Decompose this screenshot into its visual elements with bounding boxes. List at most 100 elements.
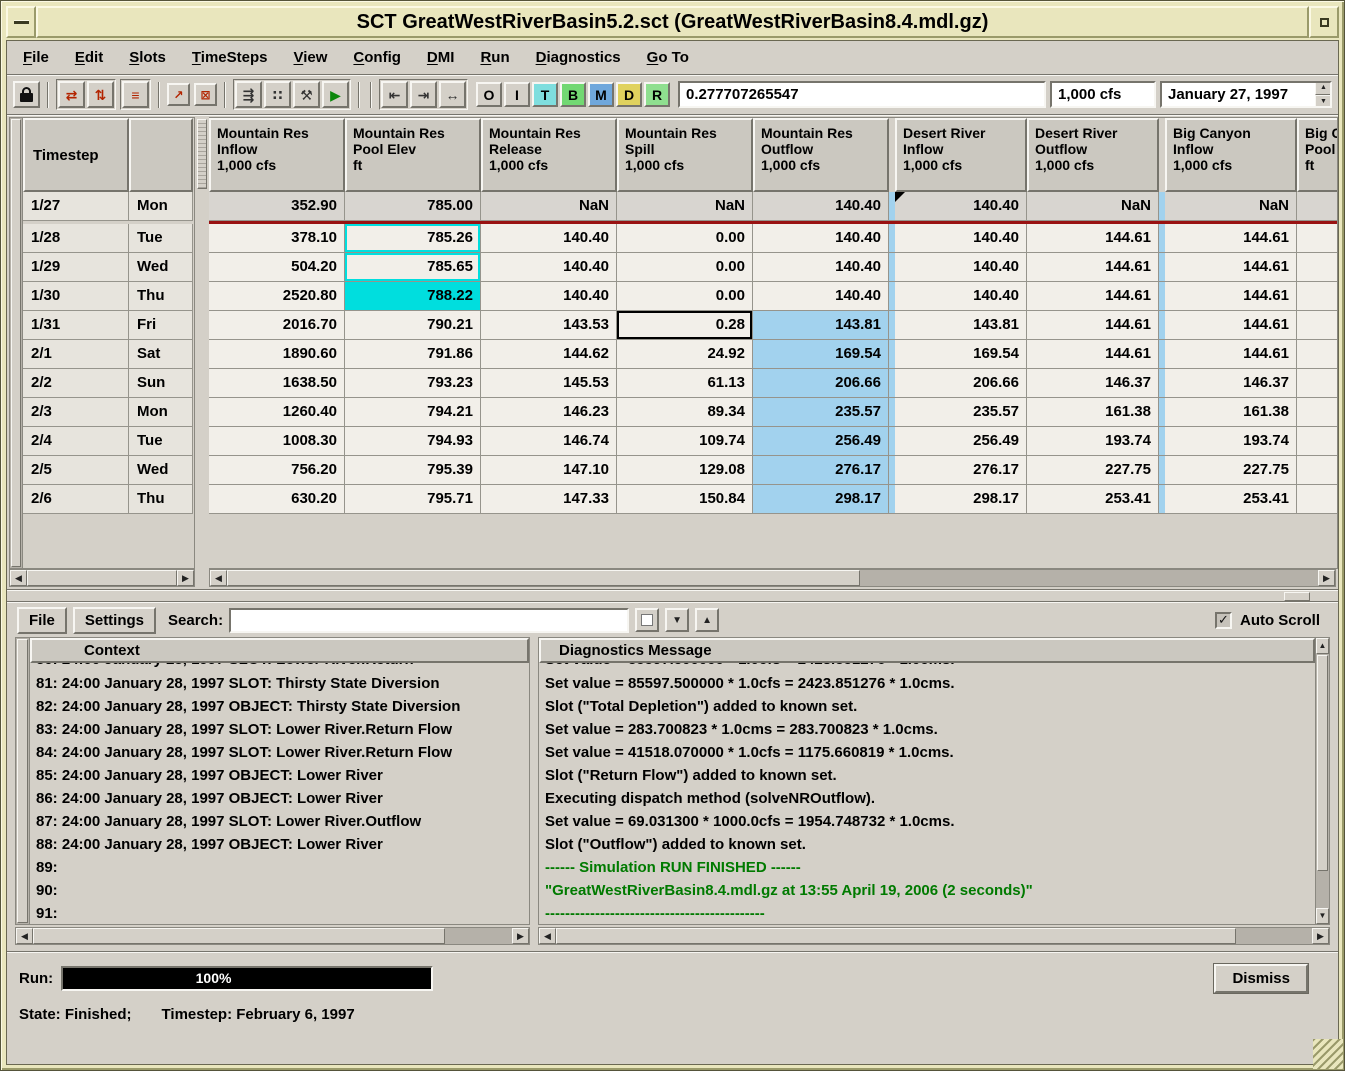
table-cell[interactable]: 150.84 (617, 485, 753, 514)
refresh-slots-button[interactable]: ⇄ (58, 81, 85, 108)
row-list-button[interactable]: ≡ (122, 81, 149, 108)
table-cell[interactable]: 144.61 (1027, 311, 1159, 340)
day-cell[interactable]: Tue (129, 224, 193, 253)
table-cell[interactable]: 206.66 (753, 369, 889, 398)
table-cell[interactable]: 140.40 (753, 282, 889, 311)
timestep-cell[interactable]: 2/1 (23, 340, 129, 369)
timestep-cell[interactable]: 1/30 (23, 282, 129, 311)
table-cell[interactable]: 140.40 (895, 253, 1027, 282)
search-input[interactable] (229, 608, 629, 633)
context-row[interactable]: 87: 24:00 January 28, 1997 SLOT: Lower R… (30, 810, 529, 833)
context-row[interactable]: 90: (30, 879, 529, 902)
hscroll-thumb[interactable] (556, 928, 1236, 944)
table-cell[interactable]: 161.38 (1027, 398, 1159, 427)
table-cell[interactable]: NaN (481, 192, 617, 221)
plot-next-button[interactable]: ⇥ (410, 81, 437, 108)
day-cell[interactable]: Fri (129, 311, 193, 340)
message-row[interactable]: ------ Simulation RUN FINISHED ------ (539, 856, 1315, 879)
tools-button[interactable]: ⚒ (293, 81, 320, 108)
message-row[interactable]: Slot ("Return Flow") added to known set. (539, 764, 1315, 787)
window-menu-button[interactable] (6, 6, 36, 38)
plot-span-button[interactable]: ↔ (439, 81, 466, 108)
message-vscrollbar[interactable]: ▲ ▼ (1315, 638, 1329, 924)
table-cell[interactable]: 24.92 (617, 340, 753, 369)
table-cell[interactable]: 144.61 (1165, 253, 1297, 282)
table-cell[interactable]: 0.28 (617, 311, 753, 340)
context-row[interactable]: 82: 24:00 January 28, 1997 OBJECT: Thirs… (30, 695, 529, 718)
table-cell[interactable]: 109.74 (617, 427, 753, 456)
table-cell[interactable]: 785.00 (345, 192, 481, 221)
menu-item-slots[interactable]: Slots (129, 49, 166, 66)
table-cell[interactable]: 169.54 (895, 340, 1027, 369)
column-header[interactable]: Mountain ResSpill1,000 cfs (617, 118, 753, 192)
table-cell[interactable]: 227.75 (1027, 456, 1159, 485)
day-cell[interactable]: Wed (129, 456, 193, 485)
table-cell[interactable]: 140.40 (753, 253, 889, 282)
menu-item-config[interactable]: Config (353, 49, 401, 66)
table-cell[interactable] (1297, 369, 1338, 398)
day-cell[interactable]: Mon (129, 192, 193, 221)
table-cell[interactable] (1297, 311, 1338, 340)
column-header[interactable]: Big CanyonPool Elevft (1297, 118, 1338, 192)
message-row[interactable]: Executing dispatch method (solveNROutflo… (539, 787, 1315, 810)
scroll-right-button[interactable]: ▶ (1318, 570, 1335, 586)
pane-resize-handle[interactable] (197, 119, 207, 189)
table-cell[interactable] (1297, 485, 1338, 514)
day-column-header[interactable] (129, 118, 193, 192)
message-row[interactable]: Set value = 283.700823 * 1.0cms = 283.70… (539, 718, 1315, 741)
day-cell[interactable]: Thu (129, 282, 193, 311)
scroll-right-button[interactable]: ▶ (177, 570, 194, 586)
remove-button[interactable]: ⊠ (194, 83, 217, 106)
table-cell[interactable]: NaN (617, 192, 753, 221)
table-cell[interactable]: 193.74 (1027, 427, 1159, 456)
timestep-cell[interactable]: 2/3 (23, 398, 129, 427)
message-row[interactable]: Set value = 69.031300 * 1000.0cfs = 1954… (539, 810, 1315, 833)
context-row[interactable]: 84: 24:00 January 28, 1997 SLOT: Lower R… (30, 741, 529, 764)
day-cell[interactable]: Mon (129, 398, 193, 427)
table-cell[interactable]: 140.40 (481, 253, 617, 282)
table-cell[interactable]: 144.61 (1027, 224, 1159, 253)
timestep-cell[interactable]: 1/31 (23, 311, 129, 340)
highlight-color-button[interactable] (635, 608, 659, 632)
table-cell[interactable]: 140.40 (481, 282, 617, 311)
day-cell[interactable]: Thu (129, 485, 193, 514)
columns-button[interactable]: ⇶ (235, 81, 262, 108)
column-header[interactable]: Big CanyonInflow1,000 cfs (1165, 118, 1297, 192)
vscroll-thumb[interactable] (17, 639, 28, 923)
day-cell[interactable]: Wed (129, 253, 193, 282)
column-header[interactable]: Mountain ResInflow1,000 cfs (209, 118, 345, 192)
timestep-cell[interactable]: 2/2 (23, 369, 129, 398)
table-cell[interactable]: 0.00 (617, 253, 753, 282)
day-cell[interactable]: Tue (129, 427, 193, 456)
table-cell[interactable]: 140.40 (481, 224, 617, 253)
scroll-left-button[interactable]: ◀ (10, 570, 27, 586)
table-cell[interactable] (1297, 253, 1338, 282)
table-cell[interactable]: 298.17 (895, 485, 1027, 514)
timestep-cell[interactable]: 2/5 (23, 456, 129, 485)
table-cell[interactable]: 790.21 (345, 311, 481, 340)
toggle-r-button[interactable]: R (644, 82, 670, 107)
auto-scroll-toggle[interactable]: ✓ Auto Scroll (1215, 612, 1328, 629)
table-cell[interactable]: 785.65 (345, 253, 481, 282)
table-cell[interactable]: 144.61 (1165, 311, 1297, 340)
splitter[interactable] (7, 589, 1338, 603)
table-hscrollbar[interactable]: ◀ ▶ (209, 569, 1336, 587)
timestep-cell[interactable]: 2/6 (23, 485, 129, 514)
column-header[interactable]: Desert RiverInflow1,000 cfs (895, 118, 1027, 192)
context-vscrollbar[interactable] (16, 638, 30, 924)
table-cell[interactable]: 140.40 (895, 282, 1027, 311)
menu-item-timesteps[interactable]: TimeSteps (192, 49, 268, 66)
jump-button[interactable]: ↗ (167, 83, 190, 106)
plot-prev-button[interactable]: ⇤ (381, 81, 408, 108)
menu-item-dmi[interactable]: DMI (427, 49, 455, 66)
scroll-down-button[interactable]: ▼ (1316, 908, 1329, 924)
vscroll-thumb[interactable] (11, 119, 21, 567)
table-cell[interactable]: 144.61 (1027, 253, 1159, 282)
table-cell[interactable]: 791.86 (345, 340, 481, 369)
table-cell[interactable] (1297, 192, 1338, 221)
table-cell[interactable]: 129.08 (617, 456, 753, 485)
context-hscrollbar[interactable]: ◀ ▶ (15, 927, 530, 945)
day-cell[interactable]: Sun (129, 369, 193, 398)
table-cell[interactable]: 0.00 (617, 224, 753, 253)
column-header[interactable]: Mountain ResRelease1,000 cfs (481, 118, 617, 192)
